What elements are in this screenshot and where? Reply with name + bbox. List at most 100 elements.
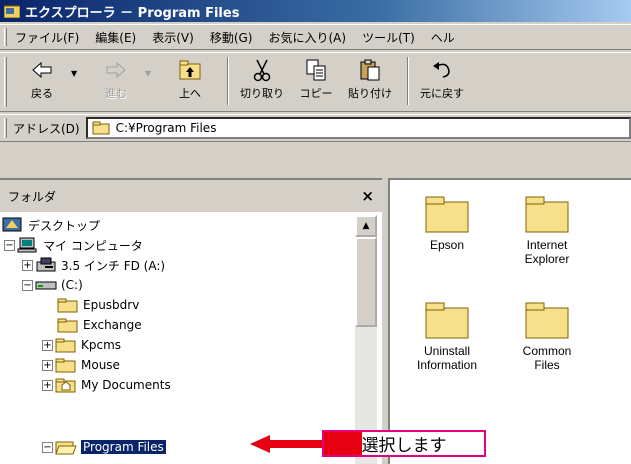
collapse-icon[interactable]: −	[42, 441, 53, 453]
address-value: C:¥Program Files	[115, 121, 217, 135]
tree-item-drive-c[interactable]: − (C:)	[22, 275, 83, 295]
file-name: Uninstall Information	[416, 344, 478, 372]
file-item-common-files[interactable]: Common Files	[502, 298, 592, 372]
expand-icon[interactable]: +	[22, 259, 33, 271]
up-label: 上へ	[179, 87, 201, 100]
tree-label: Epusbdrv	[83, 298, 140, 312]
floppy-drive-icon	[36, 257, 56, 272]
menu-view[interactable]: 表示(V)	[152, 29, 194, 46]
tree-label: My Documents	[81, 378, 171, 392]
tree-label: 3.5 インチ FD (A:)	[61, 258, 166, 273]
menubar-grip[interactable]	[4, 28, 7, 46]
file-item-epson[interactable]: Epson	[402, 192, 492, 252]
collapse-icon[interactable]: −	[4, 239, 15, 251]
paste-button[interactable]: 貼り付け	[345, 57, 395, 101]
up-folder-icon	[179, 60, 201, 80]
menu-file[interactable]: ファイル(F)	[15, 29, 79, 46]
annotation-callout: 選択します	[322, 430, 486, 457]
folder-icon	[425, 196, 469, 233]
file-name: Internet Explorer	[524, 238, 570, 266]
folder-pane-header: フォルダ ×	[0, 180, 382, 212]
tree-item-mouse[interactable]: + Mouse	[42, 355, 120, 375]
undo-button[interactable]: 元に戻す	[417, 57, 467, 101]
expand-icon[interactable]: +	[42, 379, 53, 391]
menu-edit[interactable]: 編集(E)	[95, 29, 136, 46]
back-dropdown-icon[interactable]: ▼	[71, 69, 81, 78]
menu-tools[interactable]: ツール(T)	[362, 29, 415, 46]
tree-label: Program Files	[80, 439, 167, 455]
tree-label: Mouse	[81, 358, 120, 372]
forward-arrow-icon	[106, 61, 126, 79]
file-name: Epson	[429, 238, 465, 252]
back-button[interactable]: 戻る	[17, 57, 67, 101]
file-item-uninstall-information[interactable]: Uninstall Information	[402, 298, 492, 372]
menu-bar: ファイル(F) 編集(E) 表示(V) 移動(G) お気に入り(A) ツール(T…	[0, 24, 631, 50]
address-bar: アドレス(D) C:¥Program Files	[0, 114, 631, 142]
explorer-window: エクスプローラ － Program Files ファイル(F) 編集(E) 表示…	[0, 0, 631, 464]
folder-icon	[425, 302, 469, 339]
tree-item-program-files[interactable]: − Program Files	[42, 437, 167, 457]
tree-item-exchange[interactable]: Exchange	[57, 315, 142, 335]
copy-button[interactable]: コピー	[291, 57, 341, 101]
addressbar-grip[interactable]	[4, 118, 7, 138]
tree-item-kpcms[interactable]: + Kpcms	[42, 335, 121, 355]
close-icon[interactable]: ×	[361, 187, 374, 205]
collapse-icon[interactable]: −	[22, 279, 33, 291]
folder-pane-title: フォルダ	[8, 189, 57, 204]
cut-button[interactable]: 切り取り	[237, 57, 287, 101]
copy-label: コピー	[299, 87, 333, 100]
tree-label: (C:)	[61, 278, 83, 292]
expand-icon[interactable]: +	[42, 359, 53, 371]
forward-button[interactable]: 進む	[91, 57, 141, 101]
cut-label: 切り取り	[240, 87, 284, 100]
toolbar-separator-2	[407, 57, 409, 105]
tree-label: デスクトップ	[28, 218, 101, 233]
back-arrow-icon	[32, 61, 52, 79]
folder-tree-scrollbar[interactable]: ▲	[355, 215, 377, 464]
tree-item-epusbdrv[interactable]: Epusbdrv	[57, 295, 139, 315]
scrollbar-thumb[interactable]	[355, 237, 377, 327]
annotation-accent	[324, 432, 362, 455]
file-name: Common Files	[522, 344, 572, 372]
window-title: エクスプローラ － Program Files	[25, 5, 240, 21]
file-item-internet-explorer[interactable]: Internet Explorer	[502, 192, 592, 266]
tree-item-my-computer[interactable]: − マイ コンピュータ	[4, 235, 143, 255]
folder-icon	[57, 298, 78, 313]
folder-icon	[525, 196, 569, 233]
open-folder-icon	[55, 441, 77, 455]
forward-dropdown-icon[interactable]: ▼	[145, 69, 155, 78]
paste-label: 貼り付け	[348, 87, 392, 100]
back-label: 戻る	[31, 87, 53, 100]
address-field[interactable]: C:¥Program Files	[85, 117, 631, 139]
explorer-app-icon	[4, 5, 20, 18]
folder-icon	[525, 302, 569, 339]
my-documents-folder-icon	[55, 378, 76, 393]
desktop-icon	[2, 217, 22, 232]
expand-icon[interactable]: +	[42, 339, 53, 351]
scissors-icon	[253, 59, 271, 82]
tree-item-floppy[interactable]: + 3.5 インチ FD (A:)	[22, 255, 165, 275]
folder-icon	[55, 358, 76, 373]
folder-icon	[57, 318, 78, 333]
title-bar[interactable]: エクスプローラ － Program Files	[0, 0, 631, 22]
undo-label: 元に戻す	[420, 87, 464, 100]
up-button[interactable]: 上へ	[165, 57, 215, 101]
standard-toolbar: 戻る ▼ 進む ▼ 上へ 切り取り コピー 貼り付け 元に戻す	[0, 52, 631, 112]
paste-icon	[360, 59, 380, 81]
toolbar-grip[interactable]	[4, 57, 7, 107]
folder-tree: デスクトップ − マイ コンピュータ + 3.5 インチ FD (A:) − (…	[0, 215, 355, 464]
scroll-up-icon[interactable]: ▲	[355, 215, 377, 237]
tree-label: マイ コンピュータ	[43, 238, 143, 253]
tree-item-my-documents[interactable]: + My Documents	[42, 375, 171, 395]
menu-favorites[interactable]: お気に入り(A)	[268, 29, 346, 46]
hard-drive-icon	[35, 281, 57, 290]
address-label: アドレス(D)	[13, 121, 80, 136]
computer-icon	[17, 237, 37, 253]
forward-label: 進む	[105, 87, 127, 100]
folder-icon	[92, 121, 110, 135]
undo-icon	[433, 62, 450, 78]
tree-item-desktop[interactable]: デスクトップ	[2, 215, 100, 235]
toolbar-separator	[227, 57, 229, 105]
menu-go[interactable]: 移動(G)	[210, 29, 253, 46]
menu-help[interactable]: ヘル	[431, 29, 455, 46]
